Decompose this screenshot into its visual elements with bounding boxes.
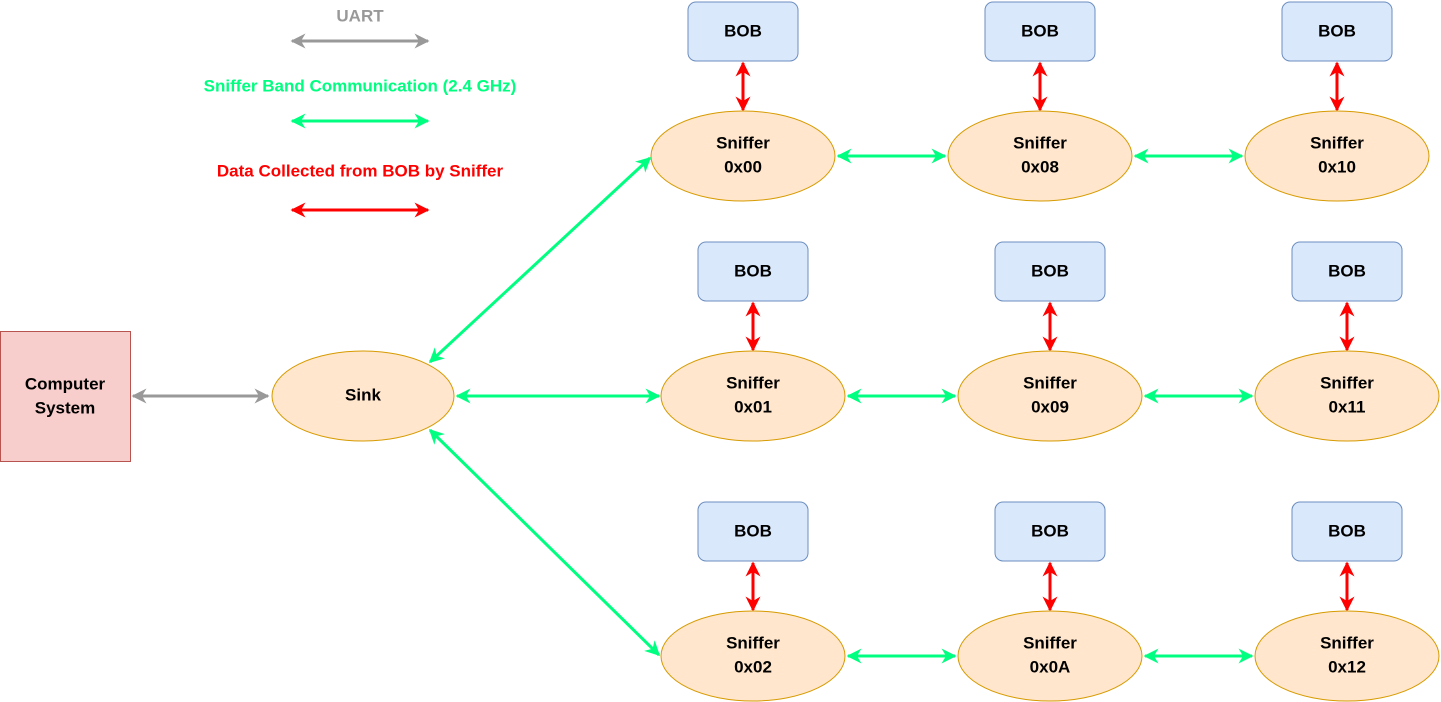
sniffer-label-line2: 0x11 bbox=[1329, 397, 1366, 416]
sniffer-label-line1: Sniffer bbox=[1320, 633, 1374, 652]
sniffer-label-line2: 0x12 bbox=[1328, 657, 1366, 676]
legend-uart-label: UART bbox=[336, 6, 384, 25]
sniffer-node[interactable] bbox=[1254, 610, 1440, 702]
sniffer-label-line1: Sniffer bbox=[726, 373, 780, 392]
bob-label: BOB bbox=[734, 261, 772, 280]
sniffer-node[interactable] bbox=[660, 350, 846, 442]
sniffer-node[interactable] bbox=[957, 610, 1143, 702]
bob-label: BOB bbox=[1031, 261, 1069, 280]
sink-label: Sink bbox=[345, 385, 381, 404]
sniffer-node[interactable] bbox=[660, 610, 846, 702]
bob-label: BOB bbox=[1031, 521, 1069, 540]
legend-sniffer-band-label: Sniffer Band Communication (2.4 GHz) bbox=[204, 76, 517, 95]
sniffer-label-line2: 0x01 bbox=[734, 397, 772, 416]
sink-sniffer-arrow bbox=[428, 428, 661, 657]
sniffer-label-line2: 0x10 bbox=[1318, 157, 1356, 176]
sniffer-node[interactable] bbox=[957, 350, 1143, 442]
sniffer-node[interactable] bbox=[1244, 110, 1430, 202]
sniffer-label-line2: 0x08 bbox=[1021, 157, 1059, 176]
sniffer-label-line2: 0x09 bbox=[1031, 397, 1069, 416]
sniffer-node[interactable] bbox=[1254, 350, 1440, 442]
bob-label: BOB bbox=[1328, 521, 1366, 540]
network-diagram: UART Sniffer Band Communication (2.4 GHz)… bbox=[0, 1, 1440, 702]
bob-label: BOB bbox=[1021, 21, 1059, 40]
sniffer-label-line2: 0x02 bbox=[734, 657, 772, 676]
sniffer-label-line1: Sniffer bbox=[726, 633, 780, 652]
sniffer-node[interactable] bbox=[947, 110, 1133, 202]
sniffer-label-line2: 0x0A bbox=[1030, 657, 1071, 676]
bob-label: BOB bbox=[724, 21, 762, 40]
bob-label: BOB bbox=[734, 521, 772, 540]
sniffer-label-line1: Sniffer bbox=[1023, 373, 1077, 392]
sniffer-label-line2: 0x00 bbox=[724, 157, 762, 176]
sniffer-label-line1: Sniffer bbox=[1310, 133, 1364, 152]
sniffer-label-line1: Sniffer bbox=[1320, 373, 1374, 392]
sink-sniffer-arrow bbox=[428, 156, 652, 364]
bob-label: BOB bbox=[1328, 261, 1366, 280]
sniffer-label-line1: Sniffer bbox=[1023, 633, 1077, 652]
sniffer-node[interactable] bbox=[650, 110, 836, 202]
bob-label: BOB bbox=[1318, 21, 1356, 40]
computer-label-line1: Computer bbox=[25, 374, 106, 393]
computer-label-line2: System bbox=[35, 398, 95, 417]
legend-bob-data-label: Data Collected from BOB by Sniffer bbox=[217, 161, 504, 180]
sniffer-label-line1: Sniffer bbox=[1013, 133, 1067, 152]
computer-system-node[interactable] bbox=[0, 331, 131, 462]
sniffer-label-line1: Sniffer bbox=[716, 133, 770, 152]
